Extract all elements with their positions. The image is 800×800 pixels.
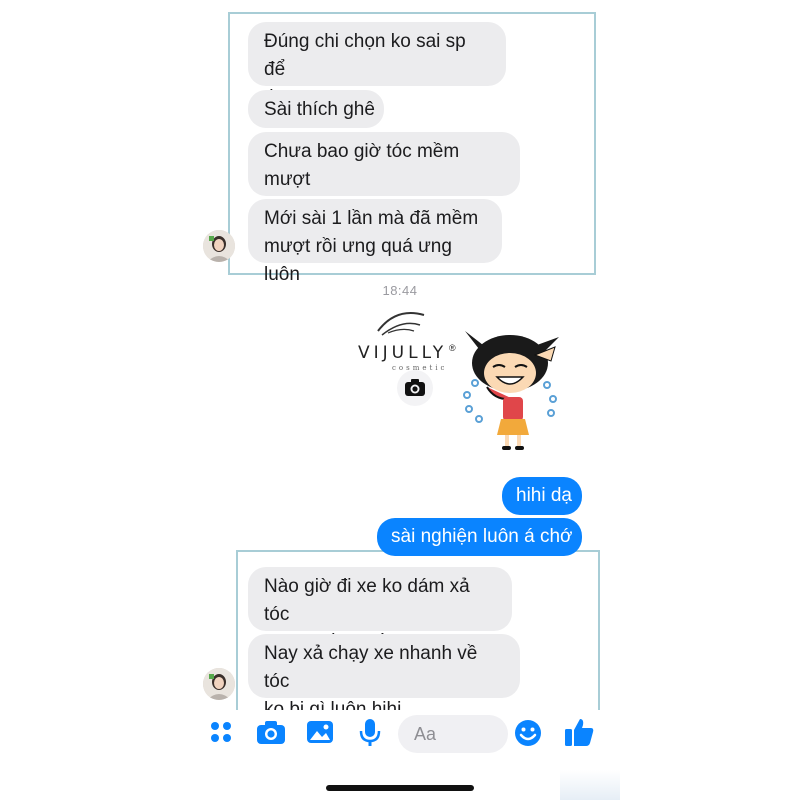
home-indicator[interactable] (326, 785, 474, 791)
message-bubble-incoming[interactable]: Nay xả chạy xe nhanh về tóc ko bị gì luô… (248, 634, 520, 720)
background-edge (560, 770, 620, 800)
sender-avatar[interactable] (203, 230, 235, 262)
brand-logo-mark (377, 312, 425, 336)
message-input[interactable]: Aa (398, 715, 508, 753)
thumbs-up-icon (565, 719, 594, 746)
message-bubble-outgoing[interactable]: sài nghiện luôn á chớ (377, 518, 582, 556)
apps-icon (211, 722, 231, 742)
brand-logo-text: VIJULLY (358, 343, 448, 363)
message-bubble-incoming[interactable]: Nào giờ đi xe ko dám xả tóc dài sợ về bị… (248, 567, 512, 653)
avatar-image (203, 668, 235, 700)
camera-icon (257, 721, 285, 744)
message-bubble-incoming[interactable]: Sài thích ghê (248, 90, 384, 128)
message-bubble-outgoing[interactable]: hihi dạ (502, 477, 582, 515)
camera-icon (405, 379, 425, 396)
apps-button[interactable] (207, 718, 235, 751)
message-bubble-incoming[interactable]: Mới sài 1 lần mà đã mềm mượt rồi ưng quá… (248, 199, 502, 285)
thumbs-up-button[interactable] (563, 716, 595, 753)
message-bubble-incoming[interactable]: Đúng chi chọn ko sai sp để theo (248, 22, 506, 108)
microphone-icon (359, 719, 381, 746)
sender-avatar[interactable] (203, 668, 235, 700)
photo-button[interactable] (305, 718, 335, 751)
emoji-icon (515, 720, 541, 746)
message-bubble-incoming[interactable]: Chưa bao giờ tóc mềm mượt như giờ (248, 132, 520, 218)
avatar-image (203, 230, 235, 262)
photo-icon (307, 721, 333, 743)
message-timestamp: 18:44 (382, 283, 418, 298)
crying-girl-sticker[interactable] (455, 325, 580, 455)
camera-button[interactable] (255, 718, 287, 751)
emoji-button[interactable] (513, 718, 543, 753)
microphone-button[interactable] (357, 718, 383, 753)
view-photo-button[interactable] (397, 370, 433, 406)
